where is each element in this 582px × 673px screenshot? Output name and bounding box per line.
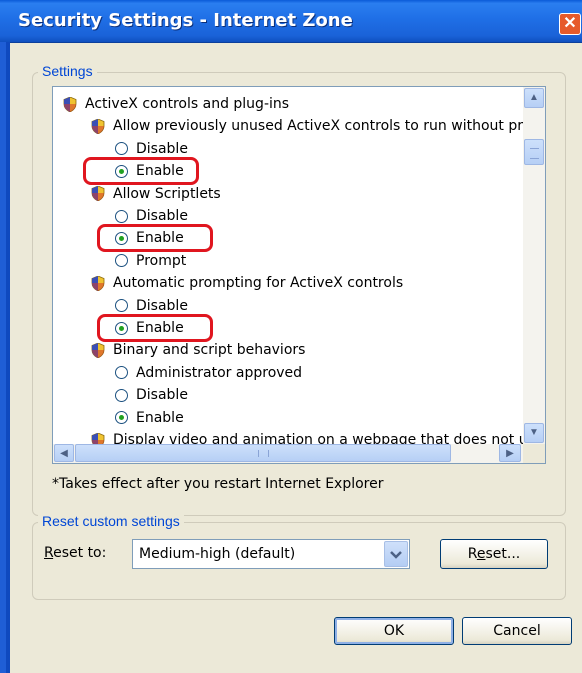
- setting-item: Binary and script behaviors: [91, 339, 305, 361]
- settings-shield-icon: [91, 186, 105, 202]
- settings-shield-icon: [63, 96, 77, 112]
- radio-unchecked-icon[interactable]: [115, 366, 128, 380]
- settings-shield-icon: [91, 432, 105, 444]
- scrollbar-corner: [523, 444, 545, 463]
- window-title: Security Settings - Internet Zone: [18, 10, 353, 31]
- settings-shield-icon: [91, 342, 105, 358]
- scroll-down-button[interactable]: ▼: [524, 423, 544, 443]
- scroll-left-button[interactable]: ◀: [54, 444, 74, 462]
- thumb-grip-icon: [258, 450, 269, 457]
- vertical-scrollbar[interactable]: ▲ ▼: [523, 87, 545, 444]
- setting-item: Allow previously unused ActiveX controls…: [91, 115, 523, 137]
- tree-item-label: Enable: [136, 409, 184, 426]
- tree-item-label: Binary and script behaviors: [113, 342, 306, 359]
- settings-shield-icon: [91, 118, 105, 134]
- tree-item-label: Disable: [136, 208, 188, 224]
- radio-unchecked-icon[interactable]: [115, 388, 128, 402]
- horizontal-scrollbar[interactable]: ◀ ▶: [53, 444, 523, 463]
- close-icon: ✕: [563, 15, 577, 32]
- tree-item-label: Administrator approved: [136, 364, 303, 381]
- reset-to-label-text: eset to:: [53, 545, 107, 561]
- chevron-up-icon: ▲: [529, 92, 539, 103]
- tree-item-label: Display video and animation on a webpage…: [113, 432, 523, 444]
- highlight-ring: [97, 314, 213, 342]
- vertical-scroll-thumb[interactable]: [524, 139, 544, 165]
- tree-item-label: Disable: [136, 387, 188, 404]
- close-button[interactable]: ✕: [559, 13, 581, 35]
- radio-unchecked-icon[interactable]: [115, 254, 128, 268]
- category-item: ActiveX controls and plug-ins: [63, 93, 289, 115]
- tree-item-label: Allow previously unused ActiveX controls…: [113, 118, 523, 135]
- window-frame-left-inner: [6, 42, 10, 673]
- tree-item-label: Prompt: [136, 252, 187, 269]
- radio-unchecked-icon[interactable]: [115, 299, 128, 313]
- settings-shield-icon: [91, 275, 105, 291]
- highlight-ring: [97, 224, 213, 253]
- radio-option[interactable]: Disable: [115, 384, 188, 406]
- tree-item-label: Automatic prompting for ActiveX controls: [113, 275, 404, 292]
- radio-unchecked-icon[interactable]: [115, 209, 128, 223]
- setting-item: Allow Scriptlets: [91, 183, 221, 205]
- scroll-up-button[interactable]: ▲: [524, 88, 544, 108]
- setting-item: Display video and animation on a webpage…: [91, 429, 523, 444]
- ok-button[interactable]: OK: [334, 617, 454, 645]
- thumb-grip-icon: [530, 148, 539, 159]
- chevron-down-icon: ▼: [529, 427, 539, 438]
- radio-checked-icon[interactable]: [115, 411, 128, 425]
- settings-listbox[interactable]: ActiveX controls and plug-ins Allow previ…: [52, 86, 546, 464]
- tree-item-label: Disable: [136, 140, 188, 157]
- chevron-right-icon: ▶: [506, 448, 514, 459]
- radio-option[interactable]: Prompt: [115, 250, 186, 272]
- reset-button[interactable]: Reset...: [440, 539, 548, 569]
- chevron-down-icon: [390, 551, 402, 559]
- title-bar: Security Settings - Internet Zone ✕: [0, 0, 582, 43]
- radio-unchecked-icon[interactable]: [115, 142, 128, 156]
- reset-level-dropdown[interactable]: Medium-high (default): [132, 539, 410, 569]
- highlight-ring: [83, 157, 199, 186]
- radio-option[interactable]: Administrator approved: [115, 362, 302, 384]
- scroll-right-button[interactable]: ▶: [499, 444, 521, 462]
- reset-button-label: Reset...: [467, 546, 521, 562]
- radio-option[interactable]: Enable: [115, 407, 184, 429]
- settings-tree: ActiveX controls and plug-ins Allow previ…: [53, 87, 523, 444]
- tree-item-label: ActiveX controls and plug-ins: [85, 96, 290, 112]
- horizontal-scroll-thumb[interactable]: [75, 444, 451, 462]
- dropdown-button[interactable]: [384, 541, 408, 567]
- chevron-left-icon: ◀: [60, 448, 68, 459]
- reset-legend: Reset custom settings: [38, 513, 184, 529]
- setting-item: Automatic prompting for ActiveX controls: [91, 272, 403, 294]
- cancel-button[interactable]: Cancel: [462, 617, 572, 645]
- tree-item-label: Disable: [136, 297, 188, 314]
- restart-note: *Takes effect after you restart Internet…: [52, 476, 384, 492]
- tree-item-label: Allow Scriptlets: [113, 185, 221, 202]
- reset-to-label: Reset to:: [44, 545, 107, 561]
- reset-level-value: Medium-high (default): [139, 546, 296, 562]
- settings-legend: Settings: [38, 63, 97, 79]
